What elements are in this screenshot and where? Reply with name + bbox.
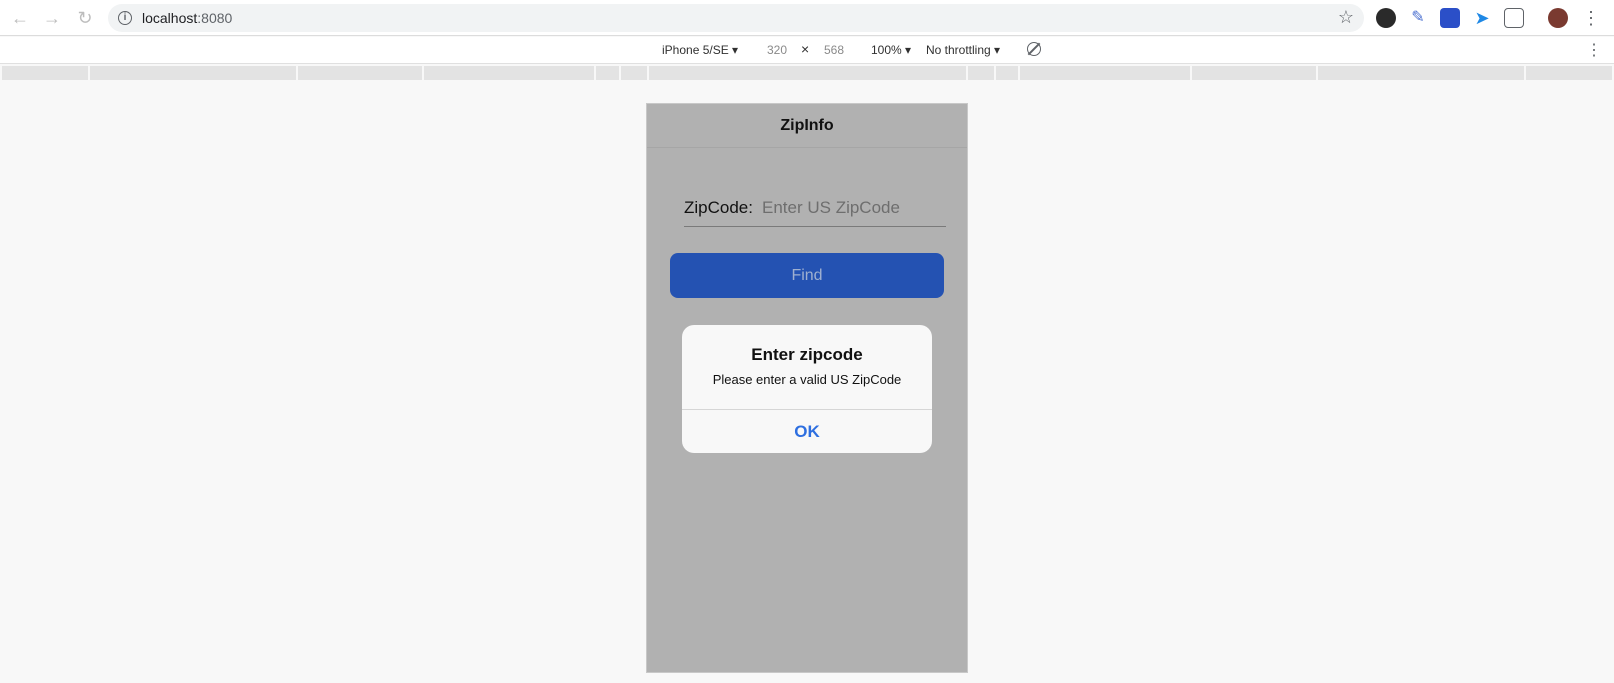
bookmark-star-icon[interactable]: ☆ [1338,7,1354,28]
ruler-segment[interactable] [968,66,994,80]
zipcode-label: ZipCode: [684,198,753,217]
find-button[interactable]: Find [670,253,944,298]
zoom-select[interactable]: 100% ▾ [871,43,911,57]
device-select[interactable]: iPhone 5/SE ▾ [662,43,738,57]
height-field[interactable]: 568 [824,43,844,57]
device-viewport: ZipInfo ZipCode: Find Enter zipcode Plea… [646,103,968,673]
ruler-segment[interactable] [621,66,647,80]
url-host: localhost [142,10,198,26]
translate-icon[interactable] [1504,8,1524,28]
extension-blue-icon[interactable] [1440,8,1460,28]
alert-message: Please enter a valid US ZipCode [712,372,902,387]
device-toolbar-menu-icon[interactable]: ⋮ [1586,40,1602,60]
reload-icon[interactable]: ↻ [75,8,95,28]
info-icon[interactable]: i [118,11,132,25]
zoom-value: 100% [871,43,902,57]
avatar[interactable] [1548,8,1568,28]
device-name: iPhone 5/SE [662,43,729,57]
ruler-segment[interactable] [649,66,966,80]
ruler-segment[interactable] [996,66,1018,80]
zipcode-input[interactable] [762,193,942,223]
forward-icon[interactable]: → [42,8,62,28]
url-text: localhost:8080 [142,10,232,26]
eyedropper-icon[interactable]: ✎ [1408,8,1428,28]
app-title: ZipInfo [647,104,967,148]
rotate-icon[interactable] [1027,42,1041,56]
send-icon[interactable]: ➤ [1472,8,1492,28]
throttling-select[interactable]: No throttling ▾ [926,43,1000,57]
dimension-separator: × [801,41,810,57]
ruler-segment[interactable] [596,66,619,80]
address-bar[interactable]: i localhost:8080 ☆ [108,4,1364,32]
ruler-segment[interactable] [1526,66,1612,80]
ruler-segment[interactable] [90,66,296,80]
width-field[interactable]: 320 [767,43,787,57]
ruler-segment[interactable] [1318,66,1524,80]
browser-toolbar: ← → ↻ i localhost:8080 ☆ ✎ ➤ ⋮ [0,0,1614,36]
ruler-segment[interactable] [1192,66,1316,80]
alert-dialog: Enter zipcode Please enter a valid US Zi… [682,325,932,453]
zipcode-row: ZipCode: [684,189,946,227]
ruler-segment[interactable] [424,66,594,80]
alert-title: Enter zipcode [751,345,863,364]
ok-button[interactable]: OK [682,410,932,453]
throttling-value: No throttling [926,43,991,57]
back-icon[interactable]: ← [10,8,30,28]
media-query-ruler [0,64,1614,82]
ruler-segment[interactable] [1020,66,1190,80]
ruler-segment[interactable] [2,66,88,80]
ruler-segment[interactable] [298,66,422,80]
device-toolbar: iPhone 5/SE ▾ 320 × 568 100% ▾ No thrott… [0,37,1614,64]
extension-color-icon[interactable] [1376,8,1396,28]
url-port: :8080 [197,10,233,26]
browser-menu-icon[interactable]: ⋮ [1582,8,1600,28]
